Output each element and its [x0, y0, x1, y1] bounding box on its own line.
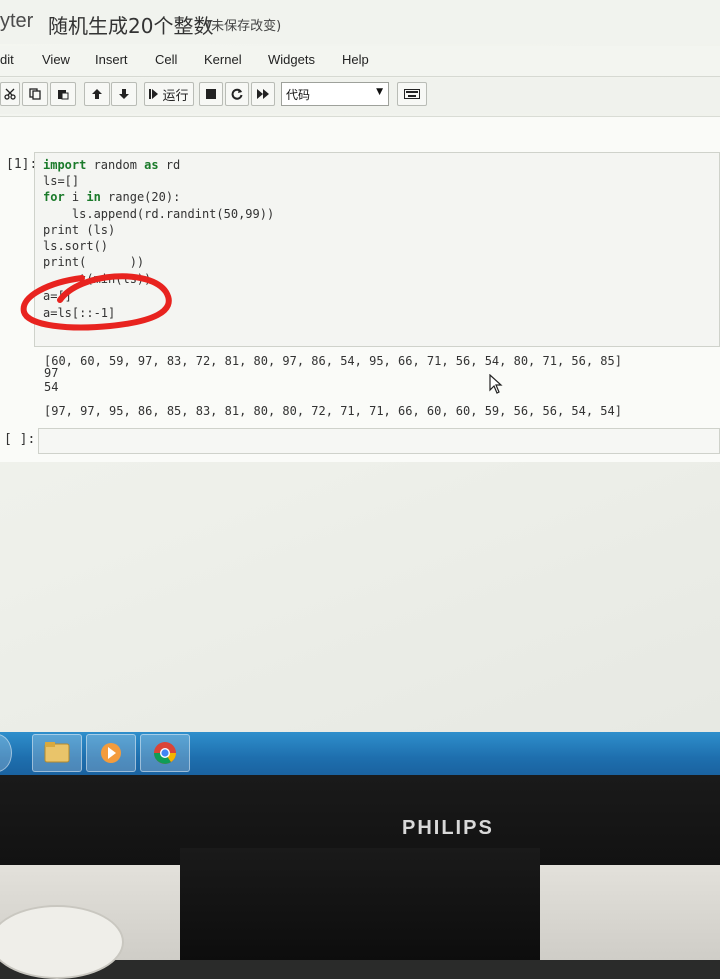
- menu-view[interactable]: View: [42, 52, 70, 67]
- run-icon: [149, 88, 159, 100]
- screen: yter 随机生成20个整数 (未保存改变) dit View Insert C…: [0, 0, 720, 775]
- mouse-cursor-icon: [489, 373, 503, 398]
- move-up-button[interactable]: [84, 82, 110, 106]
- move-up-icon: [91, 88, 103, 100]
- move-down-icon: [118, 88, 130, 100]
- cell-prompt: [ ]:: [4, 432, 36, 447]
- paste-icon: [57, 88, 69, 100]
- output-line: [60, 60, 59, 97, 83, 72, 81, 80, 97, 86,…: [44, 354, 622, 368]
- move-down-button[interactable]: [111, 82, 137, 106]
- output-line: 97: [44, 366, 59, 380]
- restart-icon: [231, 88, 243, 100]
- run-label: 运行: [162, 88, 189, 104]
- fast-forward-button[interactable]: [251, 82, 275, 106]
- copy-button[interactable]: [22, 82, 48, 106]
- code-line: print( )): [43, 255, 145, 269]
- empty-code-cell-input[interactable]: [38, 428, 720, 454]
- menu-kernel[interactable]: Kernel: [204, 52, 242, 67]
- cell-type-value: 代码: [286, 88, 311, 102]
- save-status: (未保存改变): [206, 19, 282, 34]
- taskbar: [0, 732, 720, 775]
- start-orb-icon[interactable]: [0, 734, 12, 772]
- code-line: a=[]: [43, 289, 72, 303]
- chrome-icon[interactable]: [140, 734, 190, 772]
- code-line: t(min(ls)): [43, 272, 152, 286]
- fast-forward-icon: [257, 89, 269, 99]
- run-button[interactable]: 运行: [144, 82, 194, 106]
- keyboard-icon: [404, 89, 420, 99]
- monitor-brand-logo: PHILIPS: [402, 817, 494, 839]
- command-palette-button[interactable]: [397, 82, 427, 106]
- paste-button[interactable]: [50, 82, 76, 106]
- menu-bar: dit View Insert Cell Kernel Widgets Help: [0, 46, 720, 77]
- code-line: for i in range(20):: [43, 190, 181, 204]
- code-line: ls.sort(): [43, 239, 109, 253]
- monitor-stand: [180, 848, 540, 960]
- cell-prompt: [1]:: [6, 157, 38, 172]
- chevron-down-icon: ▼: [376, 87, 383, 97]
- cup: [0, 905, 124, 979]
- menu-help[interactable]: Help: [342, 52, 369, 67]
- menu-widgets[interactable]: Widgets: [268, 52, 315, 67]
- output-line: 54: [44, 380, 59, 394]
- restart-button[interactable]: [225, 82, 249, 106]
- file-explorer-icon[interactable]: [32, 734, 82, 772]
- menu-insert[interactable]: Insert: [95, 52, 128, 67]
- code-line: ls.append(rd.randint(50,99)): [43, 207, 275, 221]
- copy-icon: [29, 88, 41, 100]
- code-line: ls=[]: [43, 174, 80, 188]
- output-line: [97, 97, 95, 86, 85, 83, 81, 80, 80, 72,…: [44, 404, 622, 418]
- notebook-title[interactable]: 随机生成20个整数: [48, 10, 213, 39]
- cut-icon: [4, 88, 16, 100]
- stop-button[interactable]: [199, 82, 223, 106]
- menu-edit[interactable]: dit: [0, 52, 14, 67]
- cell-type-select[interactable]: 代码 ▼: [281, 82, 389, 106]
- cut-button[interactable]: [0, 82, 20, 106]
- menu-cell[interactable]: Cell: [155, 52, 177, 67]
- stop-icon: [206, 89, 216, 99]
- media-player-icon[interactable]: [86, 734, 136, 772]
- code-cell-input[interactable]: import random as rd ls=[] for i in range…: [34, 152, 720, 347]
- jupyter-logo[interactable]: yter: [0, 10, 33, 33]
- code-line: import random as rd: [43, 158, 181, 172]
- code-line: print (ls): [43, 223, 116, 237]
- notebook-header: yter 随机生成20个整数 (未保存改变): [0, 0, 720, 44]
- code-line: a=ls[::-1]: [43, 306, 116, 320]
